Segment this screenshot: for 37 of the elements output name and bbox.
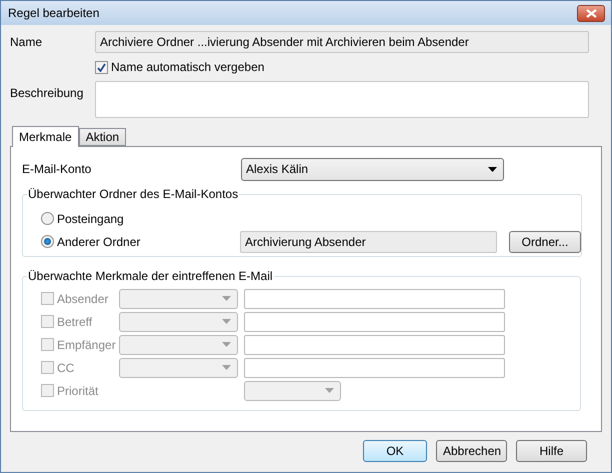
dropdown-arrow-icon (325, 388, 334, 393)
dropdown-arrow-icon (222, 296, 231, 301)
criterion-field[interactable] (244, 334, 505, 354)
dialog-button[interactable]: OK (363, 440, 427, 462)
criterion-field[interactable] (244, 312, 505, 332)
dialog-button[interactable]: Hilfe (516, 440, 587, 462)
dropdown-arrow-icon (222, 342, 231, 347)
dropdown-arrow-icon (488, 166, 497, 172)
radio-button[interactable]: Anderer Ordner (41, 234, 240, 248)
description-field[interactable] (95, 81, 589, 118)
field-label: E-Mail-Konto (22, 162, 92, 176)
field-label: Beschreibung (10, 86, 84, 100)
close-button[interactable] (577, 4, 605, 22)
name-field[interactable]: Archiviere Ordner ...ivierung Absender mit Archivieren beim Absender (95, 31, 589, 53)
folder-button[interactable]: Ordner... (509, 230, 581, 252)
priority-dropdown[interactable] (244, 380, 341, 400)
group-title: Überwachter Ordner des E-Mail-Kontos (27, 187, 240, 201)
auto-name-checkbox[interactable]: Name automatisch vergeben (95, 60, 264, 74)
checkmark-icon (97, 62, 106, 72)
operator-dropdown[interactable] (119, 358, 238, 378)
radio-button[interactable]: Posteingang (41, 212, 240, 226)
criterion-field[interactable] (244, 358, 505, 378)
folder-field[interactable]: Archivierung Absender (240, 230, 497, 252)
dialog-button[interactable]: Abbrechen (436, 440, 507, 462)
window-title: Regel bearbeiten (8, 6, 100, 20)
tab[interactable]: Merkmale (12, 126, 79, 147)
criterion-field[interactable] (244, 288, 505, 308)
dropdown-arrow-icon (222, 319, 231, 324)
operator-dropdown[interactable] (119, 312, 238, 332)
group-title: Überwachte Merkmale der eintreffenen E-Mail (27, 269, 274, 283)
dropdown-arrow-icon (222, 365, 231, 370)
account-dropdown[interactable]: Alexis Kälin (241, 158, 504, 180)
operator-dropdown[interactable] (119, 288, 238, 308)
field-label: Name (10, 35, 44, 49)
operator-dropdown[interactable] (119, 334, 238, 354)
close-icon (586, 8, 596, 18)
tab[interactable]: Aktion (78, 128, 126, 146)
